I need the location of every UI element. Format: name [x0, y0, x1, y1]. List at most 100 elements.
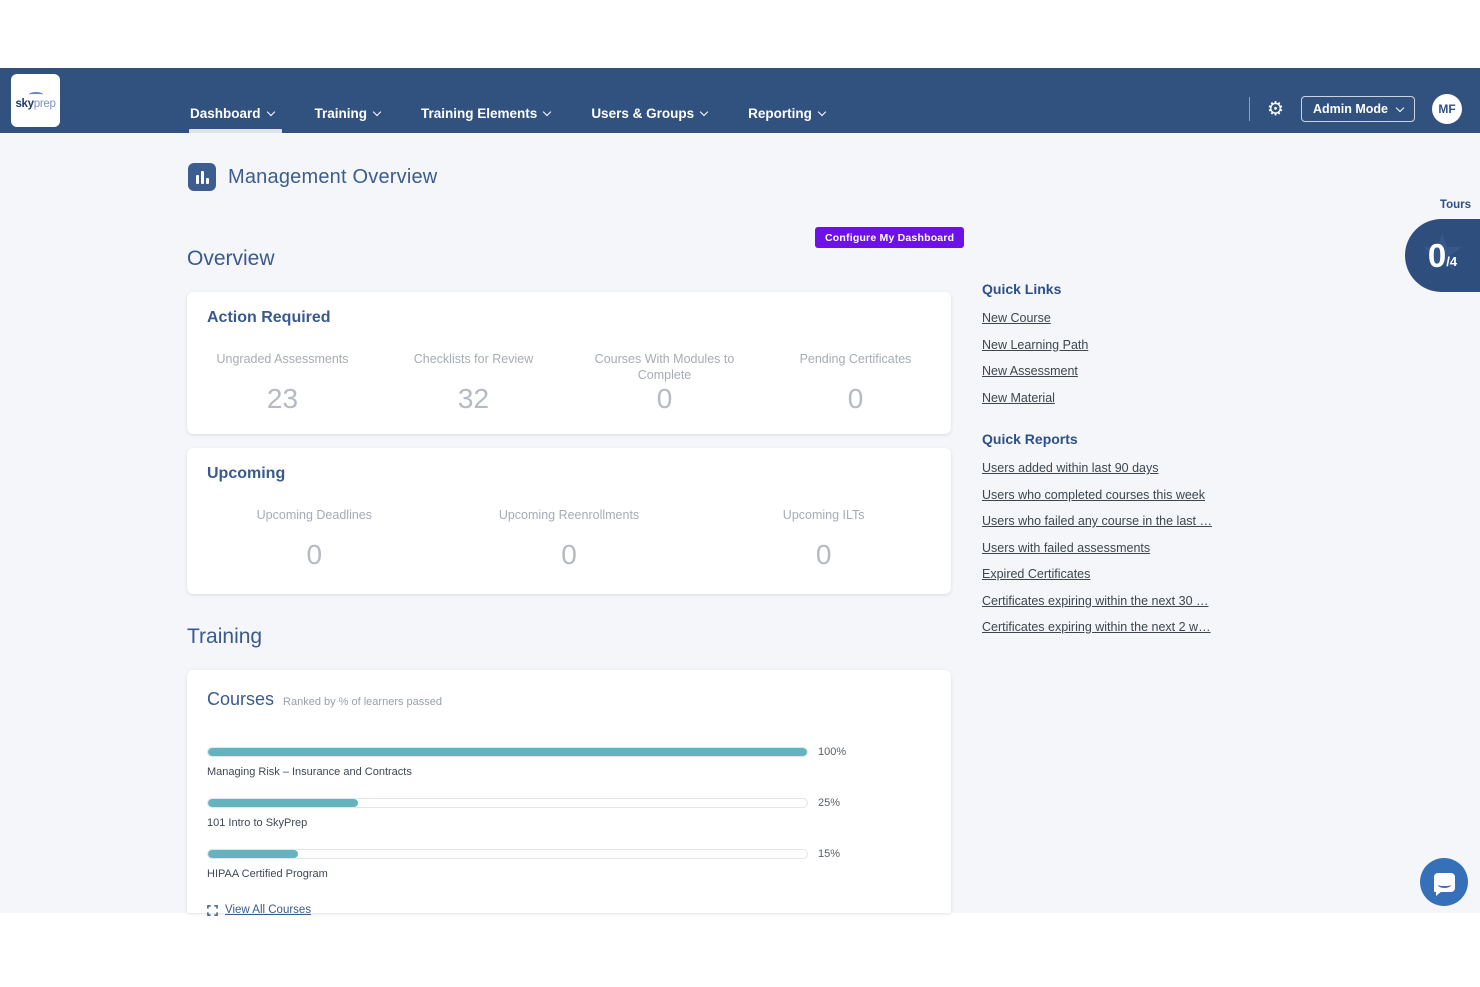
report-users-failed-assessments[interactable]: Users with failed assessments	[982, 541, 1222, 555]
chevron-down-icon	[543, 108, 551, 116]
nav-item-label: Reporting	[748, 106, 812, 121]
link-new-learning-path[interactable]: New Learning Path	[982, 338, 1222, 352]
nav-item-label: Dashboard	[190, 106, 261, 121]
bar-track	[207, 798, 808, 808]
bar-group: 100% Managing Risk – Insurance and Contr…	[207, 746, 951, 778]
nav-item-label: Training	[315, 106, 368, 121]
report-certificates-expiring-30[interactable]: Certificates expiring within the next 30…	[982, 594, 1222, 608]
courses-card-title: Courses	[207, 689, 274, 710]
chevron-down-icon	[700, 108, 708, 116]
stat-label: Upcoming Deadlines	[257, 507, 372, 523]
report-users-completed-this-week[interactable]: Users who completed courses this week	[982, 488, 1222, 502]
configure-dashboard-button[interactable]: Configure My Dashboard	[815, 227, 964, 248]
link-new-assessment[interactable]: New Assessment	[982, 364, 1222, 378]
report-users-failed-any-course[interactable]: Users who failed any course in the last …	[982, 514, 1222, 528]
link-new-course[interactable]: New Course	[982, 311, 1222, 325]
report-expired-certificates[interactable]: Expired Certificates	[982, 567, 1222, 581]
skyprep-logo[interactable]: skyprep	[11, 74, 60, 127]
bar-group: 25% 101 Intro to SkyPrep	[207, 797, 951, 829]
nav-item-dashboard[interactable]: Dashboard	[190, 106, 274, 123]
bar-category-label: Managing Risk – Insurance and Contracts	[207, 766, 951, 778]
logo-swoosh-icon	[29, 92, 43, 97]
tours-count: 0	[1428, 237, 1446, 275]
bar-category-label: HIPAA Certified Program	[207, 868, 951, 880]
nav-menu: Dashboard Training Training Elements Use…	[190, 106, 825, 123]
stat-value: 0	[307, 539, 323, 571]
stat-label: Pending Certificates	[800, 351, 912, 367]
training-heading: Training	[187, 625, 262, 649]
stat-label: Upcoming Reenrollments	[499, 507, 639, 523]
stat-label: Checklists for Review	[414, 351, 533, 367]
overview-heading: Overview	[187, 247, 275, 271]
expand-icon	[207, 905, 218, 916]
nav-item-label: Users & Groups	[591, 106, 694, 121]
nav-item-reporting[interactable]: Reporting	[748, 106, 825, 123]
quick-reports-section: Quick Reports Users added within last 90…	[982, 431, 1222, 647]
page-title-row: Management Overview	[188, 163, 437, 191]
stat-value: 0	[657, 383, 673, 415]
courses-card-subtitle: Ranked by % of learners passed	[283, 696, 442, 708]
navbar-divider	[1249, 97, 1250, 121]
navbar-right-cluster: ⚙ Admin Mode MF	[1249, 94, 1462, 124]
chevron-down-icon	[373, 108, 381, 116]
bar-value-label: 15%	[818, 848, 840, 860]
view-all-courses-link[interactable]: View All Courses	[225, 904, 311, 916]
stat-label: Ungraded Assessments	[216, 351, 348, 367]
stat-courses-modules-to-complete: Courses With Modules to Complete 0	[569, 351, 760, 415]
bar-fill	[208, 799, 358, 807]
bar-fill	[208, 850, 298, 858]
stat-pending-certificates: Pending Certificates 0	[760, 351, 951, 415]
tours-badge[interactable]: ★ 0 /4	[1405, 219, 1480, 292]
quick-links-heading: Quick Links	[982, 281, 1222, 297]
view-all-courses-row: View All Courses	[187, 899, 951, 916]
page-title: Management Overview	[228, 166, 437, 189]
admin-mode-label: Admin Mode	[1313, 102, 1388, 116]
tours-label: Tours	[1440, 199, 1471, 211]
page: skyprep Dashboard Training Training Elem…	[0, 0, 1480, 987]
stat-upcoming-deadlines: Upcoming Deadlines 0	[187, 507, 442, 571]
report-users-added-90-days[interactable]: Users added within last 90 days	[982, 461, 1222, 475]
bar-value-label: 25%	[818, 797, 840, 809]
stats-row: Upcoming Deadlines 0 Upcoming Reenrollme…	[187, 507, 951, 571]
nav-item-users-groups[interactable]: Users & Groups	[591, 106, 707, 123]
report-certificates-expiring-2w[interactable]: Certificates expiring within the next 2 …	[982, 620, 1222, 634]
logo-text: skyprep	[15, 98, 55, 110]
chevron-down-icon	[1396, 103, 1404, 111]
stat-value: 23	[267, 383, 298, 415]
stat-value: 32	[458, 383, 489, 415]
admin-mode-button[interactable]: Admin Mode	[1301, 96, 1415, 122]
bar-category-label: 101 Intro to SkyPrep	[207, 817, 951, 829]
card-title: Upcoming	[187, 448, 951, 483]
chat-launcher-button[interactable]	[1420, 858, 1468, 906]
card-title: Action Required	[187, 292, 951, 327]
bar-group: 15% HIPAA Certified Program	[207, 848, 951, 880]
bar-fill	[208, 748, 807, 756]
bar-track	[207, 849, 808, 859]
link-new-material[interactable]: New Material	[982, 391, 1222, 405]
chevron-down-icon	[818, 108, 826, 116]
gear-icon[interactable]: ⚙	[1267, 100, 1284, 119]
quick-reports-heading: Quick Reports	[982, 431, 1222, 447]
stat-value: 0	[848, 383, 864, 415]
action-required-card: Action Required Ungraded Assessments 23 …	[187, 292, 951, 434]
quick-links-section: Quick Links New Course New Learning Path…	[982, 281, 1222, 417]
top-navbar: skyprep Dashboard Training Training Elem…	[0, 68, 1480, 133]
stat-label: Courses With Modules to Complete	[590, 351, 740, 383]
stats-row: Ungraded Assessments 23 Checklists for R…	[187, 351, 951, 415]
bar-chart-icon	[188, 163, 216, 191]
tours-total: /4	[1446, 254, 1457, 269]
nav-item-training[interactable]: Training	[315, 106, 381, 123]
stat-upcoming-reenrollments: Upcoming Reenrollments 0	[442, 507, 697, 571]
nav-item-training-elements[interactable]: Training Elements	[421, 106, 550, 123]
chat-bubble-icon	[1434, 873, 1455, 892]
bar-track	[207, 747, 808, 757]
upcoming-card: Upcoming Upcoming Deadlines 0 Upcoming R…	[187, 448, 951, 594]
stat-value: 0	[816, 539, 832, 571]
nav-item-label: Training Elements	[421, 106, 537, 121]
stat-upcoming-ilts: Upcoming ILTs 0	[696, 507, 951, 571]
courses-bar-chart: 100% Managing Risk – Insurance and Contr…	[187, 710, 951, 880]
user-avatar[interactable]: MF	[1432, 94, 1462, 124]
stat-checklists-for-review: Checklists for Review 32	[378, 351, 569, 415]
stat-value: 0	[561, 539, 577, 571]
stat-ungraded-assessments: Ungraded Assessments 23	[187, 351, 378, 415]
